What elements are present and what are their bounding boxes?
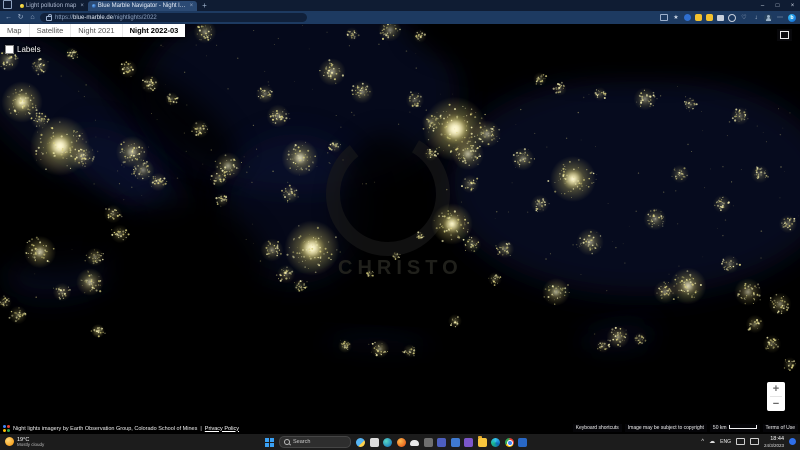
fullscreen-icon (780, 31, 789, 39)
labels-control: Labels (5, 45, 41, 54)
address-bar[interactable]: https://blue-marble.de/nightlights/2022 (40, 13, 307, 22)
more-menu-icon[interactable]: ⋯ (776, 14, 784, 22)
back-icon[interactable]: ← (4, 11, 13, 24)
tab-actions-icon[interactable] (3, 0, 12, 9)
night-lights-canvas: CHRISTO (0, 24, 800, 434)
task-view-icon[interactable] (370, 438, 379, 447)
home-icon[interactable]: ⌂ (28, 11, 37, 24)
tray-chevron-icon[interactable]: ^ (701, 439, 704, 445)
tab-favicon (92, 4, 96, 8)
weather-widget[interactable]: 19°C Mostly cloudy (0, 437, 44, 448)
keyboard-shortcuts-link[interactable]: Keyboard shortcuts (573, 424, 622, 432)
password-lock-icon[interactable] (706, 14, 713, 21)
bing-copilot-icon[interactable]: b (788, 14, 796, 22)
extension-circle-icon[interactable] (728, 14, 736, 22)
display-cast-icon[interactable] (750, 438, 759, 445)
window-close-button[interactable]: × (785, 0, 800, 11)
system-tray: ^ ☁ ENG 18:44 24/3/2023 (701, 436, 800, 447)
watermark-text: CHRISTO (338, 257, 463, 279)
attribution-separator: | (200, 426, 201, 432)
window-controls: – □ × (755, 0, 800, 11)
site-logo (3, 425, 10, 432)
split-screen-icon[interactable] (660, 14, 668, 21)
map-mode-night-2021[interactable]: Night 2021 (70, 24, 121, 37)
labels-label: Labels (17, 45, 41, 54)
fullscreen-button[interactable] (777, 29, 792, 41)
taskbar-clock[interactable]: 18:44 24/3/2023 (764, 436, 784, 447)
tab-favicon (20, 4, 24, 8)
app-icon[interactable] (437, 438, 446, 447)
window-minimize-button[interactable]: – (755, 0, 770, 11)
scale-control: 50 km (710, 424, 760, 432)
window-maximize-button[interactable]: □ (770, 0, 785, 11)
browser-tab-strip: Light pollution map × Blue Marble Naviga… (0, 0, 800, 11)
profile-avatar[interactable] (764, 14, 772, 22)
clock-date: 24/3/2023 (764, 443, 784, 448)
chrome-icon[interactable] (505, 438, 514, 447)
night-lights-map[interactable]: CHRISTO Map Satellite Night 2021 Night 2… (0, 24, 800, 434)
taskbar-apps (356, 438, 527, 447)
refresh-icon[interactable]: ↻ (16, 11, 25, 24)
weather-sun-icon (5, 437, 14, 446)
weather-condition: Mostly cloudy (17, 443, 44, 448)
tab-title: Light pollution map (26, 3, 76, 9)
file-explorer-icon[interactable] (478, 438, 487, 447)
tab-title: Blue Marble Navigator - Night l… (98, 3, 186, 9)
taskbar-search[interactable]: Search (279, 436, 351, 448)
firefox-icon[interactable] (397, 438, 406, 447)
screenshot-icon[interactable] (717, 15, 724, 21)
tab-light-pollution-map[interactable]: Light pollution map × (16, 1, 88, 11)
zoom-in-button[interactable]: + (767, 382, 785, 396)
extension-icon[interactable] (684, 14, 691, 21)
zoom-out-button[interactable]: − (767, 397, 785, 411)
taskbar-center: Search (265, 434, 527, 450)
touch-keyboard-icon[interactable] (736, 438, 745, 445)
labels-checkbox[interactable] (5, 45, 14, 54)
favorites-star-icon[interactable]: ★ (672, 14, 680, 22)
copyright-notice: Image may be subject to copyright (625, 424, 707, 432)
attribution-text: Night lights imagery by Earth Observatio… (13, 426, 197, 432)
windows-taskbar: 19°C Mostly cloudy Search (0, 434, 800, 450)
browser-toolbar: ← ↻ ⌂ https://blue-marble.de/nightlights… (0, 11, 800, 24)
tab-close-icon[interactable]: × (80, 3, 84, 9)
privacy-policy-link[interactable]: Privacy Policy (205, 426, 239, 432)
weather-text: 19°C Mostly cloudy (17, 437, 44, 448)
new-tab-button[interactable]: + (202, 1, 207, 10)
store-icon[interactable] (424, 438, 433, 447)
toolbar-extension-icons: ★ ♡ ↓ ⋯ b (660, 14, 796, 22)
app-icon[interactable] (464, 438, 473, 447)
scale-bar (729, 425, 757, 429)
downloads-icon[interactable]: ↓ (752, 14, 760, 22)
terms-of-use-link[interactable]: Terms of Use (763, 424, 798, 432)
edge-icon[interactable] (491, 438, 500, 447)
map-footer: Keyboard shortcuts Image may be subject … (573, 424, 798, 432)
app-icon[interactable] (451, 438, 460, 447)
scale-label: 50 km (713, 425, 727, 431)
map-mode-map[interactable]: Map (0, 24, 29, 37)
password-lock-icon[interactable] (695, 14, 702, 21)
widgets-icon[interactable] (356, 438, 365, 447)
language-indicator[interactable]: ENG (720, 439, 731, 445)
app-icon[interactable] (518, 438, 527, 447)
tab-blue-marble-navigator[interactable]: Blue Marble Navigator - Night l… × (88, 1, 197, 11)
map-attribution: Night lights imagery by Earth Observatio… (3, 425, 239, 432)
map-zoom-control: + − (767, 382, 785, 411)
map-mode-night-2022-03[interactable]: Night 2022-03 (122, 24, 186, 37)
tab-close-icon[interactable]: × (190, 3, 194, 9)
onedrive-cloud-icon[interactable]: ☁ (709, 439, 715, 445)
app-icon[interactable] (383, 438, 392, 447)
desktop-screen: Light pollution map × Blue Marble Naviga… (0, 0, 800, 450)
onedrive-icon[interactable] (410, 440, 419, 446)
map-mode-satellite[interactable]: Satellite (29, 24, 71, 37)
search-placeholder: Search (293, 439, 310, 445)
notification-badge[interactable] (789, 438, 796, 445)
lock-icon (46, 16, 52, 21)
map-type-switcher: Map Satellite Night 2021 Night 2022-03 (0, 24, 185, 37)
collections-heart-icon[interactable]: ♡ (740, 14, 748, 22)
search-icon (284, 439, 290, 445)
url-text: https://blue-marble.de/nightlights/2022 (55, 15, 157, 21)
start-button[interactable] (265, 438, 274, 447)
